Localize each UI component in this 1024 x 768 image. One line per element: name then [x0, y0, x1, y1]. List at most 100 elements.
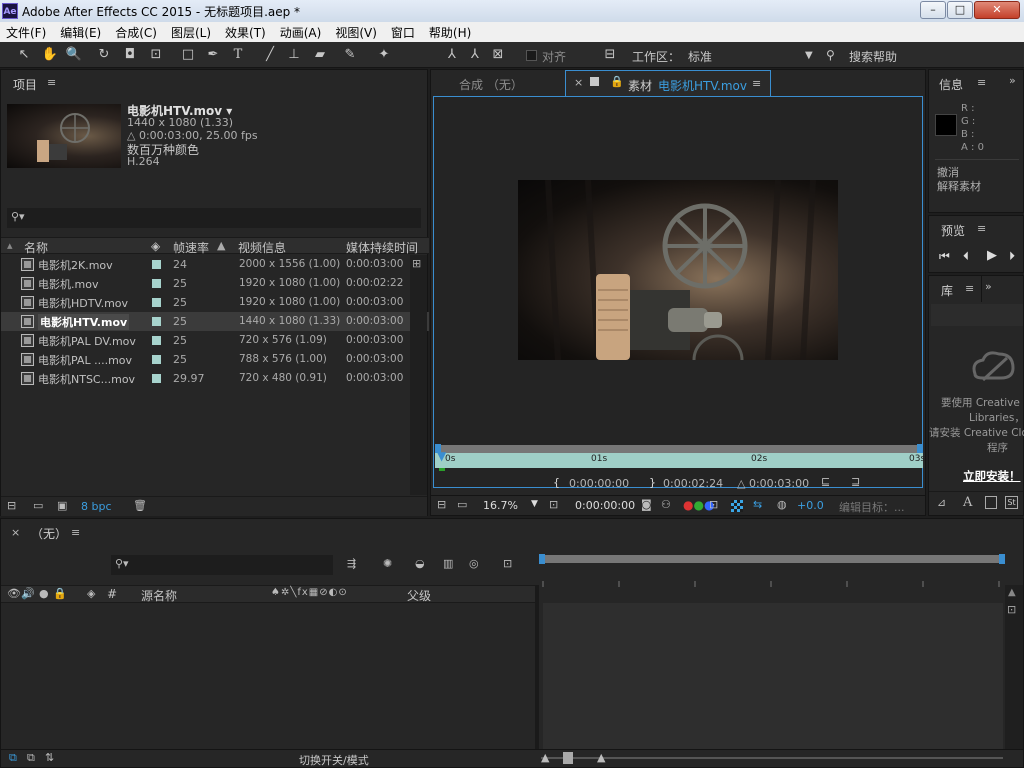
eraser-tool-icon[interactable]: ▰ — [310, 46, 330, 64]
menu-window[interactable]: 窗口 — [391, 24, 415, 41]
label-swatch[interactable] — [152, 279, 161, 288]
panel-menu-icon[interactable]: ≡ — [71, 526, 80, 539]
current-timecode[interactable]: 0:00:00:00 — [575, 499, 635, 512]
zoom-in-icon[interactable]: ▲ — [597, 751, 605, 764]
interpret-footage-icon[interactable]: ⊟ — [7, 499, 16, 512]
menu-file[interactable]: 文件(F) — [6, 24, 46, 41]
in-bracket-icon[interactable]: { — [553, 476, 560, 489]
out-point[interactable]: 0:00:02:24 — [663, 477, 723, 490]
expand-panels-icon[interactable]: » — [1009, 74, 1016, 87]
install-link[interactable]: 立即安装！ — [963, 468, 1021, 484]
tab-footage[interactable]: × 🔒 素材 电影机HTV.mov ≡ — [565, 70, 771, 96]
comp-mini-flowchart-icon[interactable]: ⇶ — [347, 557, 356, 570]
panel-menu-icon[interactable]: ≡ — [752, 77, 761, 90]
hide-shy-layers-icon[interactable]: ◒ — [415, 557, 425, 570]
label-swatch[interactable] — [152, 317, 161, 326]
frame-blending-icon[interactable]: ▥ — [443, 557, 453, 570]
column-number[interactable]: # — [107, 587, 117, 601]
clone-stamp-tool-icon[interactable]: ⊥ — [284, 46, 304, 64]
stock-icon[interactable]: St — [1005, 496, 1018, 509]
fast-preview-icon[interactable]: ⇆ — [753, 498, 762, 511]
list-item[interactable]: 电影机NTSC...mov 29.97 720 x 480 (0.91) 0:0… — [1, 369, 429, 388]
menu-edit[interactable]: 编辑(E) — [60, 24, 101, 41]
timeline-ruler[interactable] — [539, 577, 1009, 589]
axis-local-icon[interactable]: ⅄ — [442, 46, 462, 64]
in-out-columns-icon[interactable]: ⇅ — [45, 751, 54, 764]
column-parent[interactable]: 父级 — [407, 587, 431, 604]
viewer-canvas[interactable] — [433, 96, 923, 488]
label-swatch[interactable] — [152, 260, 161, 269]
pan-behind-tool-icon[interactable]: ⊡ — [146, 46, 166, 64]
column-duration[interactable]: 媒体持续时间 — [346, 239, 418, 256]
timeline-search-input[interactable]: ⚲▾ — [111, 555, 333, 575]
layer-style-icon[interactable] — [985, 496, 997, 509]
workspace-select[interactable]: 标准 — [688, 48, 712, 65]
column-video-info[interactable]: 视频信息 — [238, 239, 286, 256]
color-depth-button[interactable]: 8 bpc — [81, 500, 112, 513]
monitor-icon[interactable]: ▭ — [457, 498, 467, 511]
axis-world-icon[interactable]: ⅄ — [465, 46, 485, 64]
solo-icon[interactable]: ● — [39, 587, 49, 600]
roto-brush-tool-icon[interactable]: ✎ — [340, 46, 360, 64]
menu-layer[interactable]: 图层(L) — [171, 24, 211, 41]
out-bracket-icon[interactable]: } — [649, 476, 656, 489]
draft-3d-icon[interactable]: ✺ — [383, 557, 392, 570]
add-content-icon[interactable]: ⊿ — [937, 496, 946, 509]
camera-tool-icon[interactable]: ◘ — [120, 46, 140, 64]
timeline-track-area[interactable] — [543, 603, 1003, 749]
visibility-icon[interactable]: 👁 — [7, 587, 21, 600]
close-tab-icon[interactable]: × — [11, 526, 20, 539]
puppet-pin-tool-icon[interactable]: ✦ — [374, 46, 394, 64]
menu-animation[interactable]: 动画(A) — [280, 24, 322, 41]
zoom-slider[interactable] — [541, 757, 1003, 759]
transparency-grid-icon[interactable] — [731, 500, 743, 512]
workspace-dropdown-icon[interactable]: ▼ — [805, 50, 813, 61]
time-navigator[interactable] — [435, 444, 923, 454]
snap-checkbox[interactable] — [526, 50, 537, 61]
toggle-switches-modes[interactable]: 切换开关/模式 — [299, 752, 369, 768]
timeline-work-area[interactable] — [539, 554, 1005, 564]
type-tool-icon[interactable]: T — [228, 46, 248, 64]
column-source-name[interactable]: 源名称 — [141, 587, 177, 604]
label-swatch[interactable] — [152, 355, 161, 364]
menu-effect[interactable]: 效果(T) — [225, 24, 266, 41]
exposure-value[interactable]: +0.0 — [797, 499, 824, 512]
region-of-interest-icon[interactable]: ⊡ — [549, 498, 558, 511]
switches-icons[interactable]: ♠✲╲fx▦⊘◐⊙ — [271, 587, 348, 598]
lock-icon[interactable]: 🔒 — [53, 587, 67, 600]
close-button[interactable]: ✕ — [974, 1, 1020, 19]
panel-menu-icon[interactable]: ≡ — [47, 76, 56, 89]
menu-help[interactable]: 帮助(H) — [429, 24, 471, 41]
rotate-tool-icon[interactable]: ↻ — [94, 46, 114, 64]
toggle-mask-icon[interactable]: ⊡ — [709, 498, 718, 511]
work-area-start[interactable] — [539, 554, 545, 564]
next-frame-icon[interactable]: ⏵ — [1009, 249, 1015, 264]
zoom-dropdown-icon[interactable]: ▼ — [531, 499, 538, 509]
motion-blur-icon[interactable]: ◎ — [469, 557, 479, 570]
label-swatch[interactable] — [152, 298, 161, 307]
column-name[interactable]: 名称 — [24, 239, 48, 256]
library-tab[interactable]: 库 — [941, 282, 953, 299]
audio-icon[interactable]: 🔊 — [21, 587, 35, 600]
graph-editor-icon[interactable]: ⊡ — [503, 557, 512, 570]
overlay-edit-icon[interactable]: ⊒ — [851, 475, 860, 488]
list-item[interactable]: 电影机PAL DV.mov 25 720 x 576 (1.09) 0:00:0… — [1, 331, 429, 350]
zoom-slider-handle[interactable] — [563, 752, 573, 764]
play-icon[interactable]: ▶ — [987, 248, 997, 263]
brush-tool-icon[interactable]: ╱ — [260, 46, 280, 64]
axis-view-icon[interactable]: ⊠ — [488, 46, 508, 64]
lock-icon[interactable]: 🔒 — [610, 75, 624, 88]
work-area-end[interactable] — [999, 554, 1005, 564]
text-style-icon[interactable]: A — [963, 495, 972, 510]
minimize-button[interactable]: – — [920, 1, 946, 19]
list-item[interactable]: 电影机PAL ....mov 25 788 x 576 (1.00) 0:00:… — [1, 350, 429, 369]
layer-switches-icon[interactable]: ⧉ — [9, 751, 17, 765]
label-swatch[interactable] — [152, 374, 161, 383]
label-column-icon[interactable]: ◈ — [151, 239, 160, 253]
tab-composition[interactable]: 合成 （无） — [459, 76, 523, 93]
search-help-icon[interactable]: ⚲ — [826, 48, 835, 62]
first-frame-icon[interactable]: ⏮ — [939, 249, 950, 264]
expand-panels-icon[interactable]: » — [985, 280, 992, 293]
timeline-tab[interactable]: （无） — [31, 525, 67, 542]
label-icon[interactable]: ◈ — [87, 587, 95, 600]
